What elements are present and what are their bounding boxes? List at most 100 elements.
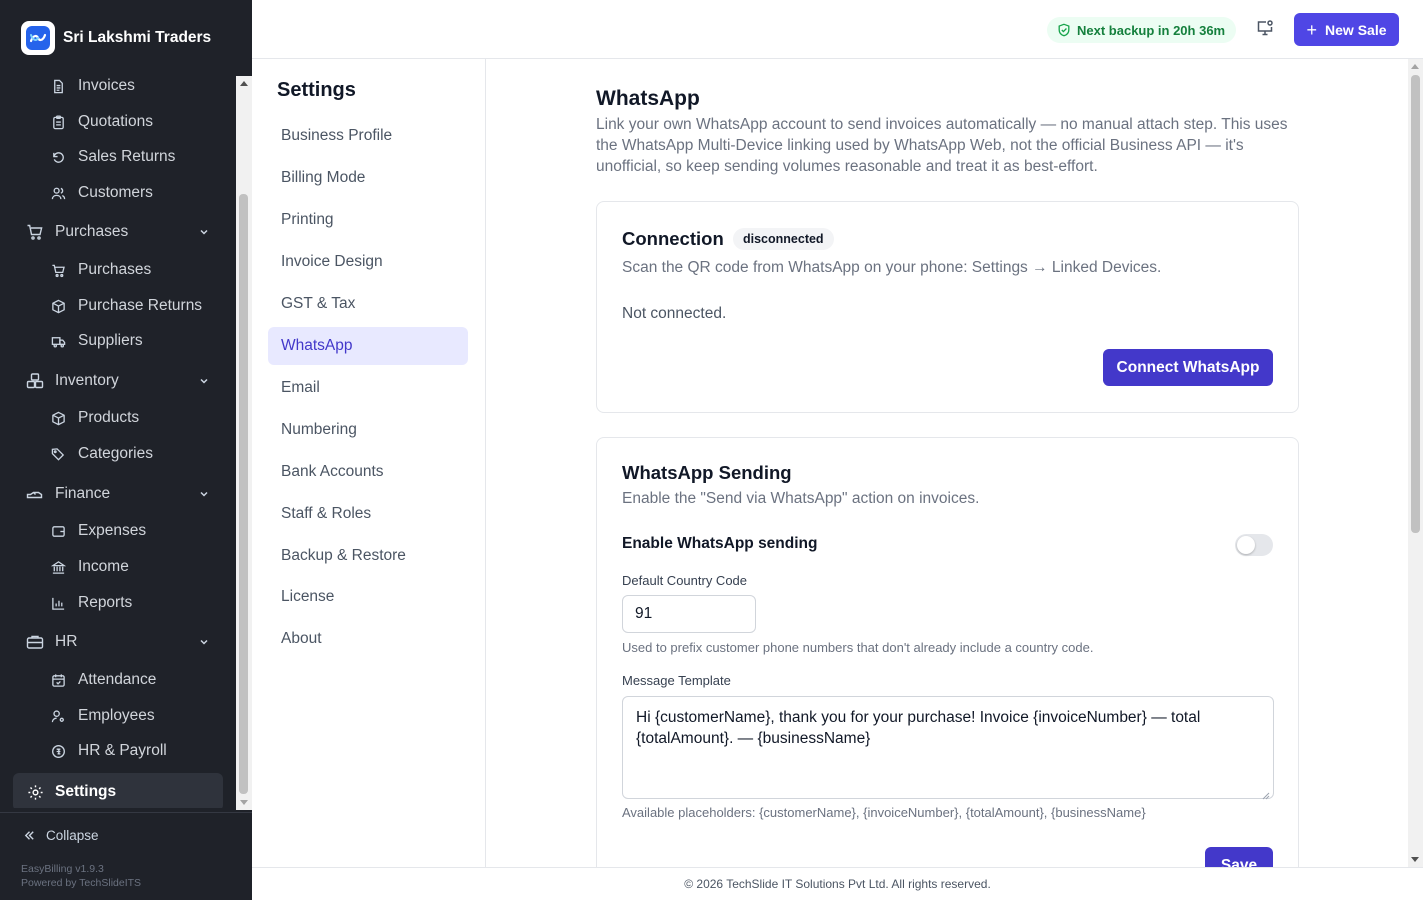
sidebar-item-invoices[interactable]: Invoices	[50, 69, 135, 103]
brand-logo-icon	[21, 21, 55, 55]
toggle-knob	[1237, 536, 1255, 554]
version-text: EasyBilling v1.9.3	[21, 863, 104, 875]
sidebar-item-income[interactable]: Income	[50, 550, 129, 584]
boxes-icon	[26, 372, 44, 390]
connection-card: Connection disconnected Scan the QR code…	[596, 201, 1299, 413]
save-button[interactable]: Save	[1205, 847, 1273, 867]
settings-nav-about[interactable]: About	[268, 620, 468, 658]
connect-whatsapp-button[interactable]: Connect WhatsApp	[1103, 349, 1273, 386]
sidebar-group-inventory[interactable]: Inventory	[26, 364, 214, 398]
settings-nav-license[interactable]: License	[268, 578, 468, 616]
settings-nav-bank-accounts[interactable]: Bank Accounts	[268, 453, 468, 491]
sidebar-item-quotations[interactable]: Quotations	[50, 105, 153, 139]
sidebar-item-label: Customers	[78, 184, 153, 201]
scroll-down-arrow-icon[interactable]	[1411, 857, 1419, 862]
sidebar-item-products[interactable]: Products	[50, 401, 139, 435]
display-settings-button[interactable]	[1253, 18, 1277, 42]
briefcase-icon	[26, 633, 44, 651]
sidebar: Sri Lakshmi Traders Invoices Quotations …	[0, 0, 252, 900]
scroll-down-arrow-icon[interactable]	[240, 800, 248, 805]
sidebar-item-label: Purchase Returns	[78, 297, 203, 314]
sidebar-item-sales-returns[interactable]: Sales Returns	[50, 140, 175, 174]
settings-nav-gst-tax[interactable]: GST & Tax	[268, 285, 468, 323]
sidebar-item-attendance[interactable]: Attendance	[50, 663, 156, 697]
landmark-icon	[50, 559, 66, 575]
file-text-icon	[50, 78, 66, 94]
new-sale-button[interactable]: + New Sale	[1294, 13, 1399, 46]
scroll-up-arrow-icon[interactable]	[240, 81, 248, 86]
message-template-label: Message Template	[622, 673, 731, 688]
sidebar-item-hr-payroll[interactable]: HR & Payroll	[50, 734, 167, 768]
backup-status-badge[interactable]: Next backup in 20h 36m	[1047, 17, 1237, 43]
settings-nav-backup-restore[interactable]: Backup & Restore	[268, 537, 468, 575]
settings-nav-business-profile[interactable]: Business Profile	[268, 117, 468, 155]
message-template-textarea[interactable]: Hi {customerName}, thank you for your pu…	[622, 696, 1274, 799]
sidebar-group-label: HR	[55, 633, 78, 650]
sidebar-group-label: Finance	[55, 485, 111, 502]
sidebar-item-employees[interactable]: Employees	[50, 699, 155, 733]
app-version: EasyBilling v1.9.3 Powered by TechSlideI…	[21, 862, 141, 890]
sidebar-item-customers[interactable]: Customers	[50, 176, 153, 210]
coin-icon	[50, 743, 66, 759]
settings-nav-email[interactable]: Email	[268, 369, 468, 407]
sidebar-item-label: Expenses	[78, 522, 147, 539]
backup-status-text: Next backup in 20h 36m	[1077, 22, 1226, 38]
settings-nav-staff-roles[interactable]: Staff & Roles	[268, 495, 468, 533]
enable-sending-toggle[interactable]	[1235, 534, 1273, 556]
chevron-down-icon	[198, 487, 210, 505]
chevron-down-icon	[198, 225, 210, 243]
sidebar-item-label: Products	[78, 409, 140, 426]
connection-status-badge: disconnected	[733, 228, 834, 250]
sidebar-nav: Invoices Quotations Sales Returns Custom…	[0, 68, 236, 808]
new-sale-label: New Sale	[1325, 21, 1387, 38]
placeholders-hint: Available placeholders: {customerName}, …	[622, 805, 1146, 820]
topbar: Next backup in 20h 36m + New Sale	[252, 0, 1423, 59]
settings-nav-whatsapp[interactable]: WhatsApp	[268, 327, 468, 365]
collapse-button[interactable]: Collapse	[23, 828, 99, 843]
sidebar-scrollbar[interactable]	[236, 76, 252, 810]
page-description: Link your own WhatsApp account to send i…	[596, 116, 1288, 175]
settings-nav-printing[interactable]: Printing	[268, 201, 468, 239]
shopping-cart-icon	[26, 223, 44, 241]
whatsapp-sending-card: WhatsApp Sending Enable the "Send via Wh…	[596, 437, 1299, 867]
sidebar-group-finance[interactable]: Finance	[26, 477, 214, 511]
main-scrollbar[interactable]	[1408, 59, 1423, 867]
sidebar-item-label: Quotations	[78, 113, 153, 130]
scroll-up-arrow-icon[interactable]	[1411, 64, 1419, 69]
chevrons-left-icon	[23, 829, 36, 842]
settings-nav-billing-mode[interactable]: Billing Mode	[268, 159, 468, 197]
brand[interactable]: Sri Lakshmi Traders	[21, 20, 211, 56]
collapse-label: Collapse	[46, 828, 99, 843]
country-code-hint: Used to prefix customer phone numbers th…	[622, 640, 1094, 655]
brand-name: Sri Lakshmi Traders	[63, 29, 212, 46]
sidebar-divider	[0, 812, 252, 813]
sidebar-group-hr[interactable]: HR	[26, 625, 214, 659]
settings-nav-numbering[interactable]: Numbering	[268, 411, 468, 449]
sidebar-item-purchase-returns[interactable]: Purchase Returns	[50, 289, 202, 323]
users-icon	[50, 185, 66, 201]
copyright-text: © 2026 TechSlide IT Solutions Pvt Ltd. A…	[684, 877, 991, 891]
hand-coins-icon	[26, 485, 44, 503]
sidebar-item-label: Purchases	[78, 261, 152, 278]
package-return-icon	[50, 298, 66, 314]
sidebar-item-label: Sales Returns	[78, 148, 176, 165]
gear-icon	[26, 783, 44, 801]
scrollbar-thumb[interactable]	[1411, 75, 1420, 533]
package-icon	[50, 410, 66, 426]
sidebar-item-purchases[interactable]: Purchases	[50, 253, 151, 287]
sidebar-item-categories[interactable]: Categories	[50, 437, 153, 471]
settings-title: Settings	[277, 79, 356, 101]
sidebar-item-suppliers[interactable]: Suppliers	[50, 324, 143, 358]
scrollbar-thumb[interactable]	[239, 194, 248, 794]
settings-nav-invoice-design[interactable]: Invoice Design	[268, 243, 468, 281]
sidebar-group-purchases[interactable]: Purchases	[26, 215, 214, 249]
shopping-cart-icon	[50, 262, 66, 278]
sidebar-item-expenses[interactable]: Expenses	[50, 514, 146, 548]
sidebar-item-settings[interactable]: Settings	[13, 773, 223, 808]
sidebar-item-reports[interactable]: Reports	[50, 586, 132, 620]
country-code-input[interactable]	[622, 595, 756, 633]
footer: © 2026 TechSlide IT Solutions Pvt Ltd. A…	[252, 867, 1423, 900]
sidebar-item-label: Income	[78, 558, 129, 575]
resize-grip-icon[interactable]	[1262, 787, 1270, 805]
clipboard-icon	[50, 114, 66, 130]
